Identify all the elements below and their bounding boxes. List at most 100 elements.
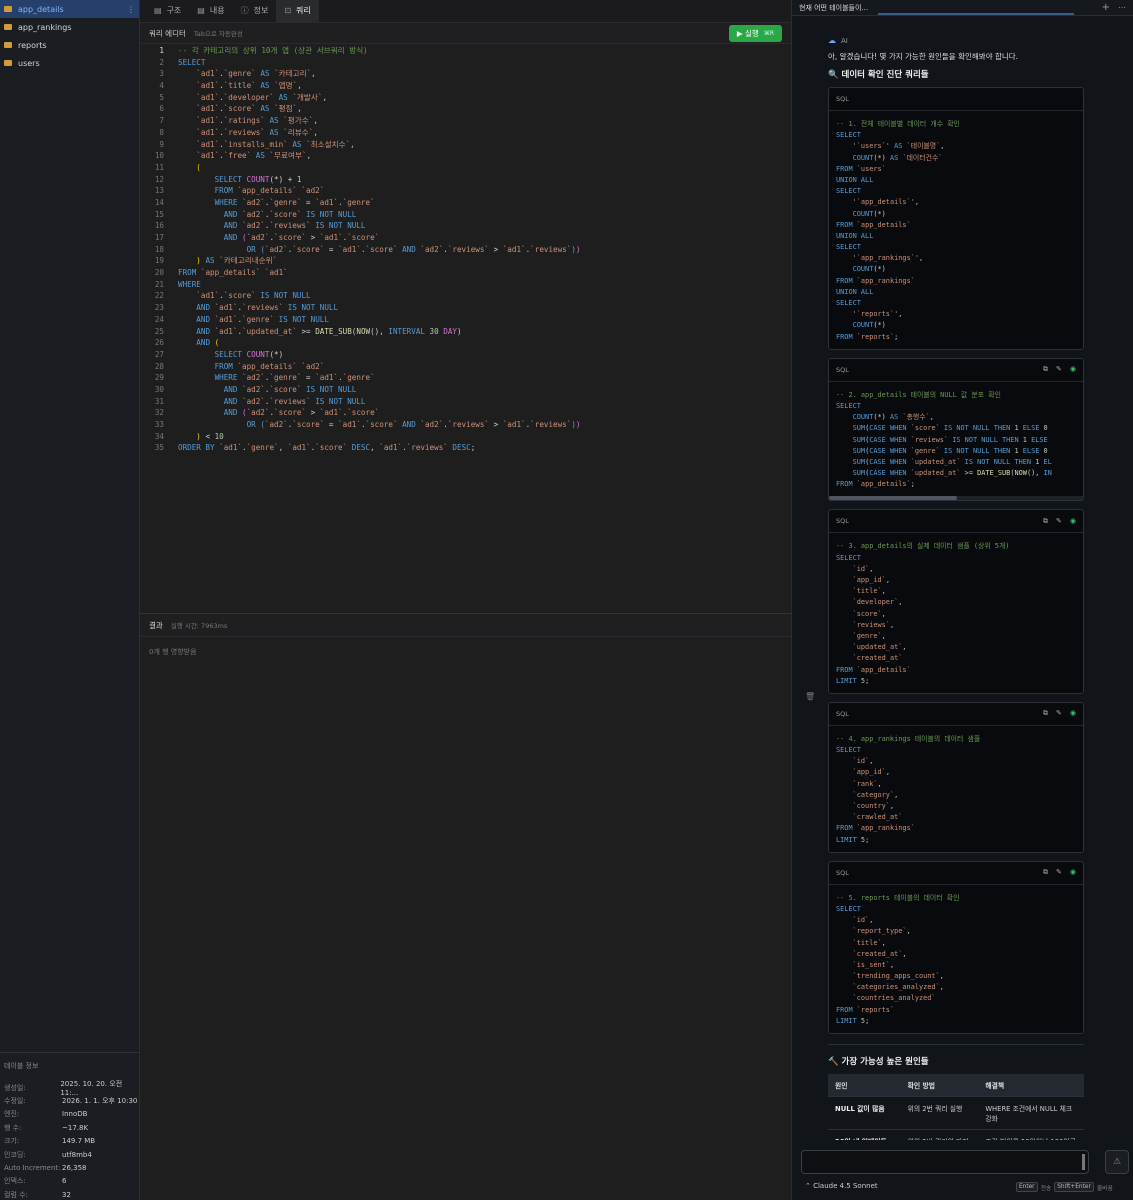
model-selector[interactable]: ⌃ Claude 4.5 Sonnet bbox=[805, 1182, 878, 1190]
code-block-header: SQL ⧉ ✎ ◉ bbox=[829, 703, 1083, 726]
sidebar-item-label: app_details bbox=[18, 4, 64, 14]
info-row: 인덱스: 6 bbox=[0, 1175, 140, 1188]
horizontal-scrollbar[interactable] bbox=[829, 496, 1083, 501]
code-line: 3 `ad1`.`genre` AS `카테고리`, bbox=[140, 68, 791, 80]
line-content: AND (`ad2`.`score` > `ad1`.`score` bbox=[223, 408, 380, 418]
code-editor[interactable]: 1 -- 각 카테고리의 상위 10개 앱 (상관 서브쿼리 방식) 2 SELECT… bbox=[140, 45, 791, 613]
active-tab-indicator bbox=[878, 13, 1074, 15]
new-chat-icon[interactable]: + bbox=[1102, 2, 1110, 13]
line-content: `ad1`.`free` AS `무료여부`, bbox=[196, 151, 312, 161]
line-content: ORDER BY `ad1`.`genre`, `ad1`.`score` DE… bbox=[178, 443, 476, 453]
line-content: WHERE bbox=[178, 279, 201, 289]
code-line: 18 OR (`ad2`.`score` = `ad1`.`score` AND… bbox=[140, 244, 791, 256]
sidebar-item-label: app_rankings bbox=[18, 22, 72, 32]
code-lang-label: SQL bbox=[836, 709, 849, 718]
copy-icon[interactable]: ⧉ bbox=[1043, 868, 1048, 877]
code-line: 13 FROM `app_details` `ad2` bbox=[140, 185, 791, 197]
info-row: 컬럼 수: 32 bbox=[0, 1188, 140, 1200]
line-number: 6 bbox=[159, 104, 164, 114]
tab-query[interactable]: ⊡ 쿼리 bbox=[276, 0, 319, 22]
edit-icon[interactable]: ✎ bbox=[1056, 365, 1062, 374]
divider bbox=[828, 1044, 1084, 1045]
info-key: 수정일: bbox=[4, 1097, 26, 1106]
info-key: 인덱스: bbox=[4, 1177, 26, 1186]
code-actions: ⧉ ✎ ◉ bbox=[1043, 709, 1076, 718]
editor-hint: Tab으로 자동완성 bbox=[193, 30, 243, 38]
sidebar-item-app-rankings[interactable]: app_rankings bbox=[0, 18, 139, 36]
code-block-header: SQL ⧉ ✎ ◉ bbox=[829, 510, 1083, 534]
line-number: 25 bbox=[154, 326, 164, 336]
send-button[interactable]: ⚠ bbox=[1105, 1150, 1129, 1174]
causes-table: 원인 확인 방법 해결책 NULL 값이 많음 위의 2번 쿼리 실행 WHERE 조건… bbox=[828, 1074, 1084, 1140]
code-line: 15 AND `ad2`.`score` IS NOT NULL bbox=[140, 209, 791, 221]
code-line: 16 AND `ad2`.`reviews` IS NOT NULL bbox=[140, 220, 791, 232]
line-content: ) AS `카테고리내순위` bbox=[196, 256, 278, 266]
code-block-body: -- 1. 전체 테이블별 데이터 개수 확인 SELECT '`users`' … bbox=[836, 120, 960, 341]
causes-heading: 🔨 가장 가능성 높은 원인들 bbox=[828, 1057, 929, 1067]
copy-icon[interactable]: ⧉ bbox=[1043, 709, 1048, 718]
info-key: 생성일: bbox=[4, 1083, 26, 1092]
code-line: 19 ) AS `카테고리내순위` bbox=[140, 255, 791, 267]
input-resize-handle[interactable] bbox=[1082, 1154, 1085, 1170]
run-icon[interactable]: ◉ bbox=[1070, 365, 1076, 374]
line-number: 21 bbox=[154, 279, 164, 289]
run-icon[interactable]: ◉ bbox=[1070, 868, 1076, 877]
code-line: 7 `ad1`.`ratings` AS `평가수`, bbox=[140, 115, 791, 127]
table-cell: NULL 값이 많음 bbox=[828, 1096, 901, 1130]
line-number: 5 bbox=[159, 92, 164, 102]
chat-input[interactable] bbox=[801, 1150, 1089, 1174]
table-row: NULL 값이 많음 위의 2번 쿼리 실행 WHERE 조건에서 NULL 체크 … bbox=[828, 1096, 1084, 1130]
chat-log: ☁ AI 아, 알겠습니다! 몇 가지 가능한 원인들을 확인해봐야 합니다. 🔍… bbox=[828, 30, 1084, 1140]
app-root: app_details ⋮ app_rankings reports users 테이블… bbox=[0, 0, 1133, 1200]
send-icon: ⚠ bbox=[1112, 1157, 1122, 1167]
tab-content[interactable]: ▤ 내용 bbox=[189, 0, 232, 22]
more-icon[interactable]: ⋯ bbox=[1118, 3, 1126, 12]
info-row: Auto Increment: 26,358 bbox=[0, 1161, 140, 1174]
edit-icon[interactable]: ✎ bbox=[1056, 709, 1062, 718]
code-block-body: -- 4. app_rankings 테이블의 데이터 샘플 SELECT `id… bbox=[836, 734, 981, 844]
line-number: 8 bbox=[159, 127, 164, 137]
ai-intro: 아, 알겠습니다! 몇 가지 가능한 원인들을 확인해봐야 합니다. bbox=[828, 52, 1019, 61]
code-block-header: SQL ⧉ ✎ ◉ bbox=[829, 359, 1083, 382]
line-number: 13 bbox=[154, 186, 164, 196]
code-block-body: -- 2. app_details 테이블의 NULL 값 분포 확인 SELEC… bbox=[836, 390, 1052, 489]
keyboard-hints: Enter 전송 Shift+Enter 줄바꿈 bbox=[1016, 1182, 1113, 1192]
line-content: `ad1`.`reviews` AS `리뷰수`, bbox=[196, 127, 318, 137]
code-line: 9 `ad1`.`installs_min` AS `최소설치수`, bbox=[140, 139, 791, 151]
line-number: 20 bbox=[154, 268, 164, 278]
run-icon[interactable]: ◉ bbox=[1070, 517, 1076, 526]
sidebar-item-reports[interactable]: reports bbox=[0, 36, 139, 54]
line-content: `ad1`.`developer` AS `개발사`, bbox=[196, 92, 328, 102]
info-value: utf8mb4 bbox=[62, 1150, 92, 1159]
trash-icon[interactable]: 🗑 bbox=[805, 692, 815, 701]
table-cell: WHERE 조건에서 NULL 체크 강화 bbox=[978, 1096, 1084, 1130]
run-icon[interactable]: ◉ bbox=[1070, 709, 1076, 718]
copy-icon[interactable]: ⧉ bbox=[1043, 365, 1048, 374]
copy-icon[interactable]: ⧉ bbox=[1043, 517, 1048, 526]
info-row: 생성일: 2025. 10. 20. 오전 11:... bbox=[0, 1080, 140, 1097]
line-number: 24 bbox=[154, 314, 164, 324]
code-line: 6 `ad1`.`score` AS `평점`, bbox=[140, 103, 791, 115]
edit-icon[interactable]: ✎ bbox=[1056, 868, 1062, 877]
sidebar-item-users[interactable]: users bbox=[0, 54, 139, 72]
tab-info[interactable]: ⓘ 정보 bbox=[233, 0, 277, 22]
table-cell: 위의 2번 쿼리 실행 bbox=[900, 1096, 979, 1130]
table-header: 원인 bbox=[828, 1074, 901, 1097]
line-content: `ad1`.`installs_min` AS `최소설치수`, bbox=[196, 139, 355, 149]
tab-structure[interactable]: ▤ 구조 bbox=[146, 0, 189, 22]
code-block-header: SQL ⧉ ✎ ◉ bbox=[829, 862, 1083, 885]
run-button[interactable]: ▶ 실행 ⌘R bbox=[728, 24, 782, 42]
result-header: 결과 실행 시간: 7963ms bbox=[140, 613, 791, 637]
sidebar-item-app-details[interactable]: app_details ⋮ bbox=[0, 0, 139, 18]
table-sidebar: app_details ⋮ app_rankings reports users 테이블… bbox=[0, 0, 140, 1200]
line-number: 26 bbox=[154, 338, 164, 348]
table-icon bbox=[4, 24, 12, 30]
code-line: 33 OR (`ad2`.`score` = `ad1`.`score` AND… bbox=[140, 419, 791, 431]
line-content: FROM `app_details` `ad1` bbox=[178, 268, 288, 278]
code-line: 34 ) < 10 bbox=[140, 431, 791, 443]
tab-label: 내용 bbox=[209, 6, 225, 15]
edit-icon[interactable]: ✎ bbox=[1056, 517, 1062, 526]
kebab-icon[interactable]: ⋮ bbox=[127, 5, 135, 14]
chat-tab-title[interactable]: 현재 어떤 테이블들이... bbox=[799, 3, 868, 13]
code-line: 1 -- 각 카테고리의 상위 10개 앱 (상관 서브쿼리 방식) bbox=[140, 45, 791, 57]
